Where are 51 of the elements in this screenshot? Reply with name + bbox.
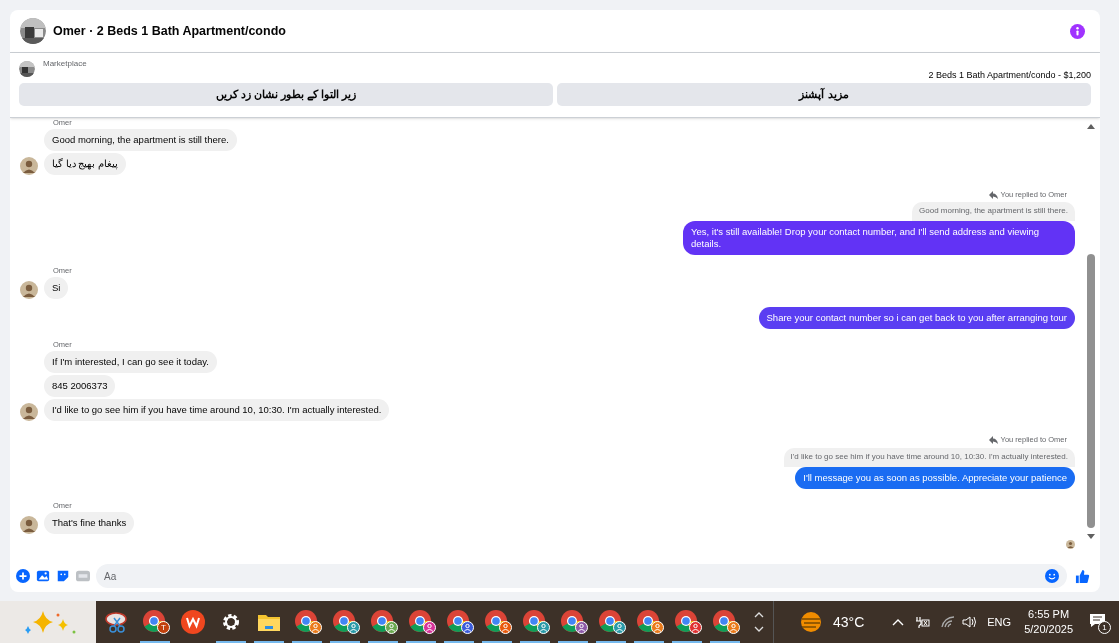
message-bubble: I'd like to go see him if you have time around 10, 10:30. I'm actually interested. [44, 399, 390, 422]
reply-icon [988, 190, 998, 199]
scroll-down-icon[interactable] [1087, 534, 1095, 540]
scrollbar-thumb[interactable] [1087, 254, 1095, 528]
message-bubble: Good morning, the apartment is still there. [44, 129, 237, 151]
message-bubble: Share your contact number so i can get back to you after arranging tour [758, 307, 1075, 330]
message-bubble: Si [44, 277, 69, 300]
thumbs-up-icon[interactable] [1075, 568, 1090, 584]
message-bubble: If I'm interested, I can go see it today. [44, 351, 217, 374]
quoted-message: Good morning, the apartment is still there. [912, 202, 1075, 222]
battery-icon[interactable] [914, 615, 932, 629]
reply-icon [988, 435, 998, 444]
message-bubble: Yes, it's still available! Drop your contact number, and I'll send address and viewing details. [683, 221, 1075, 256]
plus-icon[interactable] [16, 569, 30, 583]
document-app-icon[interactable] [180, 609, 206, 635]
scroll-up-icon[interactable] [1087, 123, 1095, 129]
temperature[interactable]: 43°C [833, 611, 865, 633]
emoji-icon[interactable] [1045, 569, 1059, 583]
seen-avatar-icon[interactable] [1066, 539, 1075, 549]
scissors-icon[interactable] [104, 609, 130, 635]
language-indicator[interactable]: ENG [987, 613, 1012, 631]
notification-button[interactable]: 1 [1089, 611, 1112, 633]
message-bubble: That's fine thanks [44, 511, 135, 534]
message-bubble: 845 2006373 [44, 375, 116, 398]
avatar-icon[interactable] [20, 403, 38, 422]
source-label: Marketplace [43, 59, 87, 69]
chevron-up-icon[interactable] [892, 618, 905, 626]
profile-badge: T [157, 621, 170, 634]
action-button[interactable]: مزید آپشنز [557, 83, 1091, 106]
avatar-icon[interactable] [20, 515, 38, 534]
action-button[interactable]: زیر التوا کے بطور نشان زد کریں [19, 83, 553, 106]
message-bubble: پیغام بھیج دیا گیا [44, 153, 126, 175]
scroll-down-icon[interactable] [753, 626, 764, 632]
avatar-icon[interactable] [20, 281, 38, 300]
notification-count: 1 [1098, 621, 1112, 634]
sticker-icon[interactable] [56, 569, 70, 583]
speaker-icon[interactable] [962, 615, 979, 629]
message-input[interactable]: Aa [104, 568, 1045, 584]
weather-icon[interactable] [799, 611, 823, 633]
info-icon[interactable] [1070, 23, 1085, 39]
avatar-icon[interactable] [20, 157, 38, 175]
wifi-icon[interactable] [941, 616, 956, 628]
scroll-up-icon[interactable] [753, 612, 764, 618]
clock-date[interactable]: 5/20/2025 [1024, 622, 1074, 637]
message-field[interactable]: Aa [96, 564, 1067, 588]
message-bubble: I'll message you as soon as possible. Appreciate your patience [795, 466, 1075, 489]
listing-summary: 2 Beds 1 Bath Apartment/condo - $1,200 [928, 69, 1091, 81]
quoted-message: I'd like to go see him if you have time around 10, 10:30. I'm actually interested. [783, 447, 1075, 467]
conversation-title: Omer · 2 Beds 1 Bath Apartment/condo [53, 22, 286, 40]
image-icon[interactable] [36, 569, 50, 583]
clock-time[interactable]: 6:55 PM [1028, 607, 1070, 622]
